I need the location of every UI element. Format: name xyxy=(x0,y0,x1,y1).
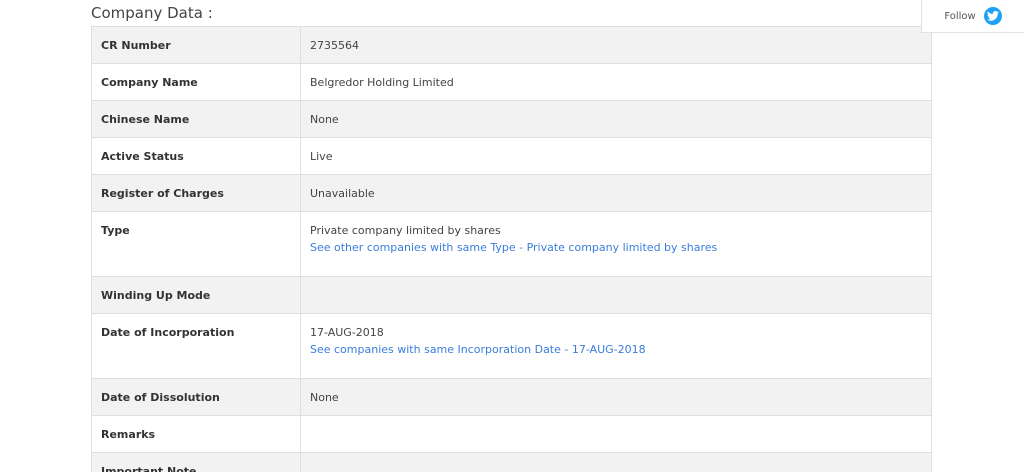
twitter-follow-button[interactable]: Follow xyxy=(921,0,1024,33)
table-row-chinese-name: Chinese Name None xyxy=(91,100,932,138)
row-value xyxy=(300,452,932,472)
same-incorporation-date-link[interactable]: See companies with same Incorporation Da… xyxy=(310,341,922,358)
twitter-icon xyxy=(983,7,1002,25)
row-label: Company Name xyxy=(91,63,301,101)
row-value-cell: 17-AUG-2018 See companies with same Inco… xyxy=(300,313,932,379)
row-label: Type xyxy=(91,211,301,277)
row-label: CR Number xyxy=(91,26,301,64)
row-value xyxy=(300,415,932,453)
row-value: None xyxy=(300,378,932,416)
row-label: Date of Dissolution xyxy=(91,378,301,416)
row-value xyxy=(300,276,932,314)
table-row-company-name: Company Name Belgredor Holding Limited xyxy=(91,63,932,101)
row-label: Chinese Name xyxy=(91,100,301,138)
table-row-type: Type Private company limited by shares S… xyxy=(91,211,932,277)
row-label: Remarks xyxy=(91,415,301,453)
row-label: Important Note xyxy=(91,452,301,472)
row-value: Private company limited by shares xyxy=(310,224,501,237)
table-row-register-of-charges: Register of Charges Unavailable xyxy=(91,174,932,212)
follow-label: Follow xyxy=(944,10,976,22)
table-row-remarks: Remarks xyxy=(91,415,932,453)
row-value: 17-AUG-2018 xyxy=(310,326,384,339)
table-row-important-note: Important Note xyxy=(91,452,932,472)
section-title: Company Data : xyxy=(91,4,213,22)
row-label: Date of Incorporation xyxy=(91,313,301,379)
table-row-date-of-incorporation: Date of Incorporation 17-AUG-2018 See co… xyxy=(91,313,932,379)
table-row-winding-up-mode: Winding Up Mode xyxy=(91,276,932,314)
row-value: None xyxy=(300,100,932,138)
row-value: Belgredor Holding Limited xyxy=(300,63,932,101)
row-label: Winding Up Mode xyxy=(91,276,301,314)
row-value: Live xyxy=(300,137,932,175)
same-type-link[interactable]: See other companies with same Type - Pri… xyxy=(310,239,922,256)
row-value: 2735564 xyxy=(300,26,932,64)
table-row-active-status: Active Status Live xyxy=(91,137,932,175)
row-label: Active Status xyxy=(91,137,301,175)
row-label: Register of Charges xyxy=(91,174,301,212)
row-value-cell: Private company limited by shares See ot… xyxy=(300,211,932,277)
company-data-table: CR Number 2735564 Company Name Belgredor… xyxy=(91,26,932,472)
row-value: Unavailable xyxy=(300,174,932,212)
table-row-cr-number: CR Number 2735564 xyxy=(91,26,932,64)
table-row-date-of-dissolution: Date of Dissolution None xyxy=(91,378,932,416)
page: Company Data : CR Number 2735564 Company… xyxy=(0,0,1024,472)
